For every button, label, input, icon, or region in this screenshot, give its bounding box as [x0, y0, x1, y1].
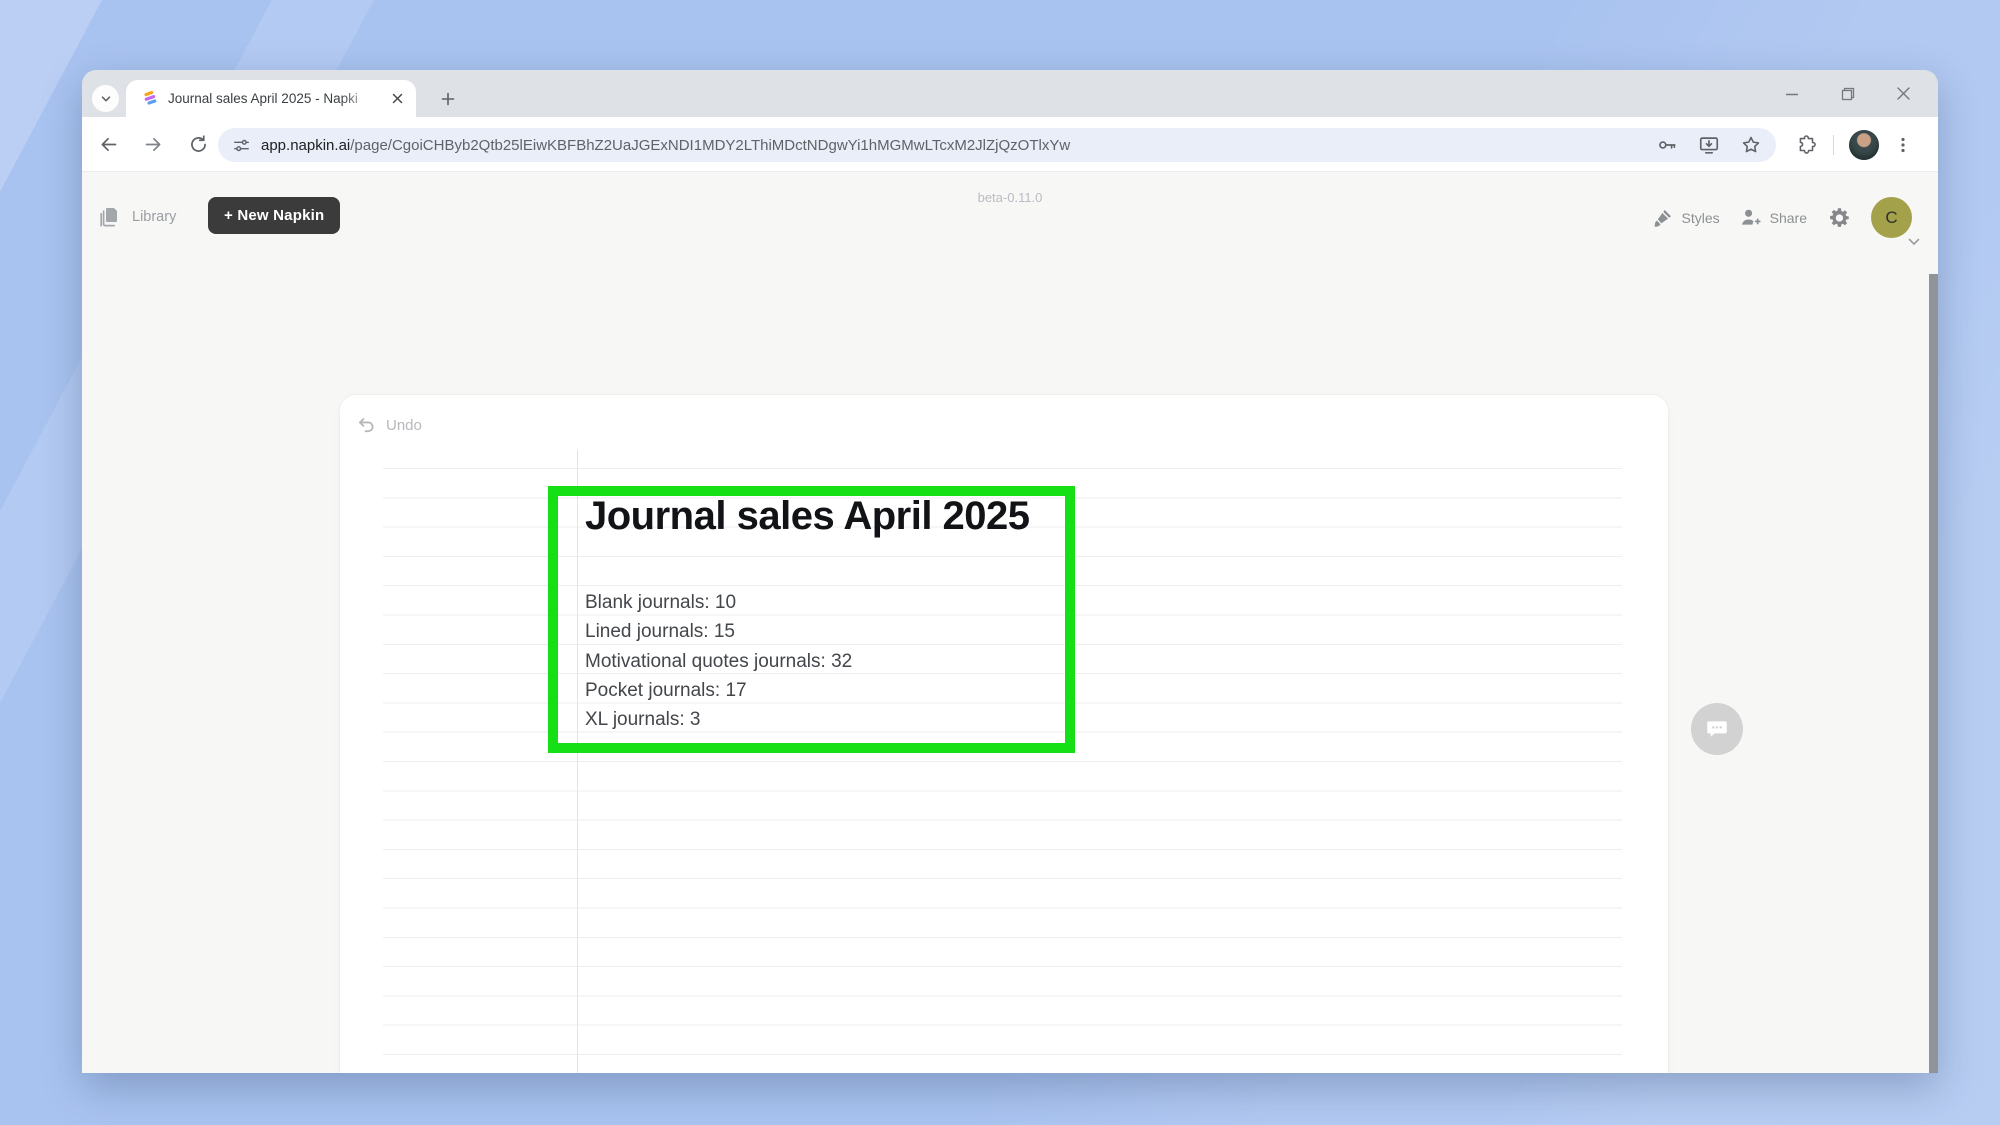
avatar-chevron-down-icon[interactable] [1908, 238, 1920, 246]
document-title[interactable]: Journal sales April 2025 [585, 494, 1030, 539]
comments-button[interactable] [1691, 703, 1743, 755]
napkin-canvas[interactable]: Undo Journal sales April 2025 Blank jour… [340, 395, 1668, 1073]
url-text: app.napkin.ai/page/CgoiCHByb2Qtb25lEiwKB… [261, 137, 1070, 154]
styles-label: Styles [1682, 210, 1720, 226]
close-icon [1896, 86, 1911, 101]
person-plus-icon [1739, 206, 1762, 229]
window-controls [1782, 84, 1913, 103]
paintbrush-icon [1652, 207, 1674, 229]
document-body[interactable]: Blank journals: 10 Lined journals: 15 Mo… [585, 588, 852, 734]
forward-icon[interactable] [143, 134, 164, 155]
browser-profile-avatar[interactable] [1849, 130, 1879, 160]
share-label: Share [1770, 210, 1807, 226]
reload-icon[interactable] [188, 134, 209, 155]
journal-line[interactable]: Motivational quotes journals: 32 [585, 647, 852, 676]
undo-icon [356, 415, 377, 436]
page-scrollbar[interactable] [1929, 274, 1938, 1073]
back-icon[interactable] [98, 134, 119, 155]
journal-line[interactable]: Lined journals: 15 [585, 617, 852, 646]
minimize-icon [1784, 86, 1800, 102]
browser-window: Journal sales April 2025 - Napki [82, 70, 1938, 1073]
install-app-icon[interactable] [1698, 134, 1720, 156]
library-stack-icon [98, 205, 122, 229]
undo-button[interactable]: Undo [356, 415, 422, 436]
tab-strip: Journal sales April 2025 - Napki [82, 70, 1938, 117]
extensions-puzzle-icon[interactable] [1796, 134, 1818, 156]
napkin-app: Library + New Napkin beta-0.11.0 Styles … [82, 172, 1938, 1073]
avatar-initial: C [1885, 208, 1897, 228]
plus-icon [441, 92, 455, 106]
window-close-button[interactable] [1894, 84, 1913, 103]
journal-line[interactable]: Pocket journals: 17 [585, 676, 852, 705]
journal-line[interactable]: XL journals: 3 [585, 705, 852, 734]
napkin-favicon-icon [140, 88, 160, 108]
url-domain: app.napkin.ai [261, 137, 350, 154]
bookmark-star-icon[interactable] [1740, 134, 1762, 156]
window-minimize-button[interactable] [1782, 84, 1801, 103]
toolbar-separator [1833, 135, 1834, 155]
new-napkin-label: + New Napkin [224, 207, 324, 224]
comment-bubble-icon [1704, 716, 1730, 742]
browser-tab[interactable]: Journal sales April 2025 - Napki [126, 80, 416, 117]
close-icon [392, 93, 403, 104]
browser-toolbar: app.napkin.ai/page/CgoiCHByb2Qtb25lEiwKB… [82, 117, 1938, 172]
new-tab-button[interactable] [434, 85, 461, 112]
undo-label: Undo [386, 417, 422, 434]
settings-gear-icon[interactable] [1826, 205, 1852, 231]
restore-icon [1840, 86, 1856, 102]
share-button[interactable]: Share [1739, 206, 1807, 229]
library-label: Library [132, 209, 176, 225]
journal-line[interactable]: Blank journals: 10 [585, 588, 852, 617]
browser-menu-icon[interactable] [1894, 136, 1912, 154]
window-restore-button[interactable] [1838, 84, 1857, 103]
styles-button[interactable]: Styles [1652, 207, 1720, 229]
url-bar[interactable]: app.napkin.ai/page/CgoiCHByb2Qtb25lEiwKB… [218, 128, 1776, 162]
tab-title: Journal sales April 2025 - Napki [168, 80, 378, 117]
user-avatar[interactable]: C [1871, 197, 1912, 238]
url-path: /page/CgoiCHByb2Qtb25lEiwKBFBhZ2UaJGExND… [350, 137, 1070, 154]
tab-close-button[interactable] [387, 88, 408, 109]
tab-search-button[interactable] [92, 85, 119, 112]
password-key-icon[interactable] [1656, 134, 1678, 156]
site-settings-icon[interactable] [232, 136, 251, 155]
chevron-down-icon [100, 93, 112, 105]
